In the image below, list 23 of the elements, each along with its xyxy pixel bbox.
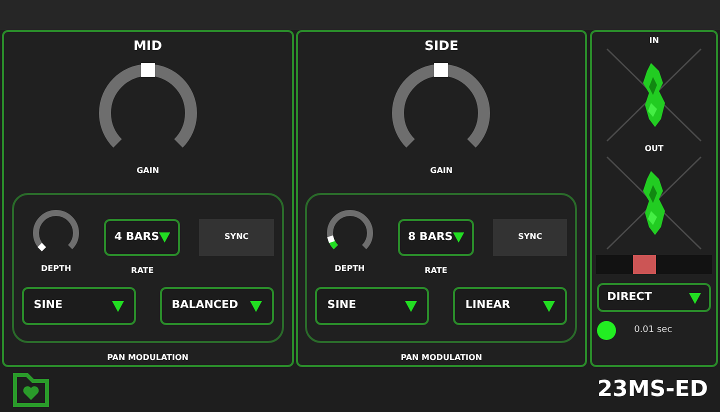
knob-label: DEPTH [334,262,365,274]
scope-label: IN [649,35,659,47]
sync-button[interactable]: SYNC [492,218,568,256]
section-title: MID [134,38,162,56]
sync-button[interactable]: SYNC [199,218,274,256]
dropdown[interactable]: SINE [315,286,430,324]
dropdown[interactable]: LINEAR [453,286,568,324]
knob-label: DEPTH [41,262,72,274]
group-label: PAN MODULATION [107,352,188,364]
dropdown[interactable]: DIRECT [597,283,712,312]
rate-label: RATE [131,264,154,276]
brand-logo: 23MS-ED [597,376,708,404]
rate-label: RATE [424,264,448,276]
knob-label: GAIN [136,164,160,176]
knob-label: GAIN [430,164,453,176]
section-title: SIDE [424,38,458,56]
dropdown[interactable]: SINE [22,286,136,324]
dropdown[interactable]: BALANCED [160,286,274,324]
dropdown[interactable]: 4 BARS [104,218,180,256]
scope-label: OUT [644,143,664,155]
dropdown[interactable]: 8 BARS [398,218,474,256]
group-label: PAN MODULATION [400,352,482,364]
latency-text: 0.01 sec [634,324,672,337]
